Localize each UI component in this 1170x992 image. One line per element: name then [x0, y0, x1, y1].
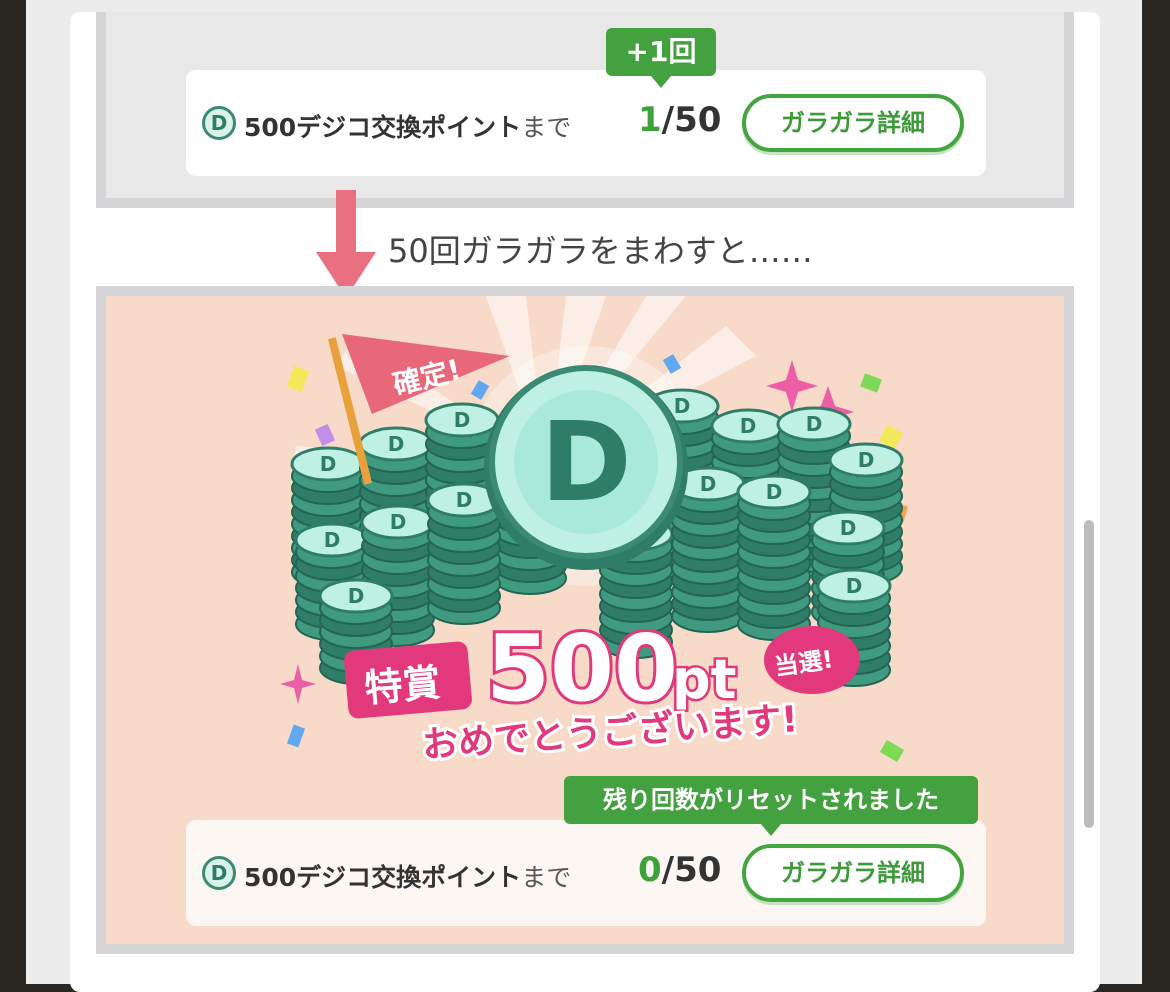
svg-text:pt: pt — [672, 648, 736, 711]
svg-text:500: 500 — [486, 615, 678, 722]
after-panel: DDDDDDDDDDDDDDDDD D 確定! 特賞 500 pt 当選! おめ… — [96, 286, 1074, 954]
stack-coin-letter: D — [456, 488, 473, 512]
stack-coin-letter: D — [858, 448, 875, 472]
points-counter-reset: D 500デジコ交換ポイントまで 0/50 ガラガラ詳細 — [186, 820, 986, 926]
stack-coin-letter: D — [806, 412, 823, 436]
d-coin-icon: D — [202, 856, 236, 890]
stack-coin-letter: D — [700, 472, 717, 496]
garagara-detail-button[interactable]: ガラガラ詳細 — [742, 844, 964, 902]
before-panel: D 500デジコ交換ポイントまで 1/50 ガラガラ詳細 +1回 — [96, 12, 1074, 208]
stack-coin-letter: D — [846, 574, 863, 598]
big-d-coin: D — [484, 365, 688, 570]
stack-coin-letter: D — [324, 528, 341, 552]
stack-coin-letter: D — [674, 394, 691, 418]
stack-coin-letter: D — [320, 452, 337, 476]
down-arrow-icon — [316, 190, 376, 298]
stack-coin-letter: D — [388, 432, 405, 456]
d-coin-icon: D — [202, 106, 236, 140]
spin-count: 0/50 — [638, 850, 722, 890]
stack-coin-letter: D — [740, 414, 757, 438]
stack-coin-letter: D — [840, 516, 857, 540]
svg-text:D: D — [540, 398, 631, 526]
garagara-detail-button[interactable]: ガラガラ詳細 — [742, 94, 964, 152]
counter-label: 500デジコ交換ポイントまで — [244, 113, 572, 142]
stack-coin-letter: D — [454, 408, 471, 432]
plus-one-balloon: +1回 — [606, 28, 716, 88]
svg-text:特賞: 特賞 — [363, 660, 443, 710]
spin-count: 1/50 — [638, 100, 722, 140]
transition-caption: 50回ガラガラをまわすと…… — [388, 232, 813, 270]
stack-coin-letter: D — [766, 480, 783, 504]
counter-label: 500デジコ交換ポイントまで — [244, 863, 572, 892]
reset-notice-balloon: 残り回数がリセットされました — [564, 776, 978, 836]
points-counter: D 500デジコ交換ポイントまで 1/50 ガラガラ詳細 — [186, 70, 986, 176]
scrollbar[interactable] — [1084, 520, 1094, 828]
stack-coin-letter: D — [348, 584, 365, 608]
stack-coin-letter: D — [390, 510, 407, 534]
